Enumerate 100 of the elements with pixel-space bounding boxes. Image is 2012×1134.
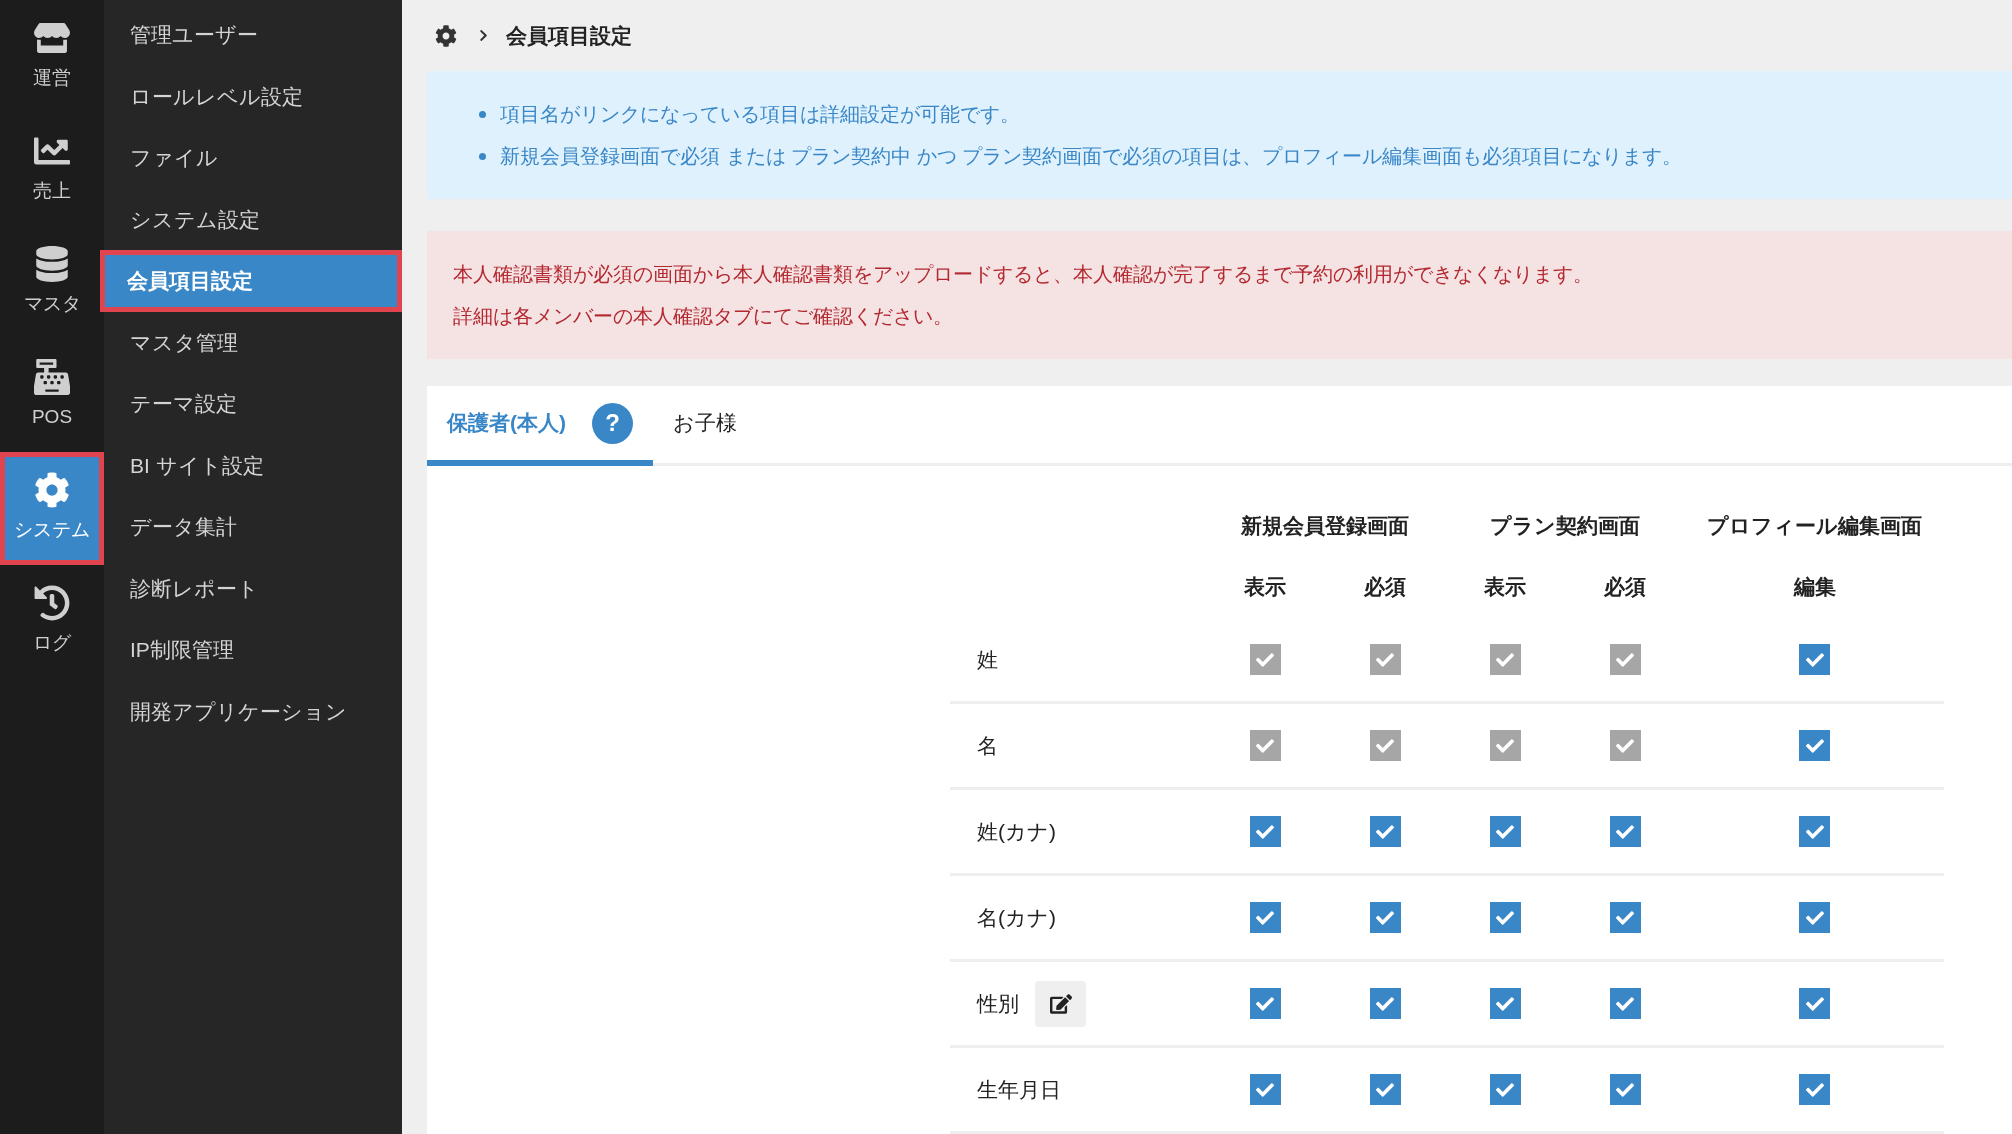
chevron-right-icon xyxy=(477,29,490,42)
rail-item[interactable]: 売上 xyxy=(0,113,104,226)
sidebar-item[interactable]: マスタ管理 xyxy=(104,311,402,373)
sidebar-item[interactable]: IP制限管理 xyxy=(104,619,402,681)
column-header: 表示 xyxy=(1483,574,1527,601)
rail-item[interactable]: POS xyxy=(0,339,104,452)
checkbox[interactable] xyxy=(1249,816,1281,847)
check-icon xyxy=(1805,822,1824,841)
checkbox[interactable] xyxy=(1489,902,1521,933)
checkbox[interactable] xyxy=(1249,902,1281,933)
check-icon xyxy=(1376,736,1394,755)
check-icon xyxy=(1805,908,1824,927)
check-icon xyxy=(1616,650,1634,669)
alert-text: 詳細は各メンバーの本人確認タブにてご確認ください。 xyxy=(453,304,954,329)
rail-item[interactable]: 運営 xyxy=(0,0,104,113)
checkbox[interactable] xyxy=(1799,644,1830,675)
column-group-header: プラン契約画面 xyxy=(1489,513,1641,540)
sidebar-item[interactable]: 診断レポート xyxy=(104,557,402,619)
help-badge[interactable]: ? xyxy=(592,402,633,444)
check-icon xyxy=(1496,1080,1514,1099)
sidebar-item[interactable]: データ集計 xyxy=(104,496,402,558)
sidebar-item[interactable]: ファイル xyxy=(104,127,402,189)
check-icon xyxy=(1496,650,1514,669)
checkbox[interactable] xyxy=(1369,1074,1401,1105)
checkbox[interactable] xyxy=(1249,1074,1281,1105)
check-icon xyxy=(1376,650,1394,669)
edit-icon xyxy=(1049,992,1072,1015)
checkbox[interactable] xyxy=(1799,988,1830,1019)
sidebar-item[interactable]: 開発アプリケーション xyxy=(104,680,402,742)
check-icon xyxy=(1616,736,1634,755)
field-label: 性別 xyxy=(977,990,1019,1017)
field-label: 名 xyxy=(977,732,998,759)
check-icon xyxy=(1616,822,1634,841)
settings-icon xyxy=(34,472,70,509)
sidebar-item[interactable]: ロールレベル設定 xyxy=(104,65,402,127)
check-icon xyxy=(1256,994,1274,1013)
settings-icon xyxy=(435,24,457,47)
field-label: 名(カナ) xyxy=(977,904,1056,931)
bullet-icon xyxy=(479,152,486,160)
field-label: 生年月日 xyxy=(977,1076,1061,1103)
column-group-header: プロフィール編集画面 xyxy=(1706,513,1923,540)
sidebar-item[interactable]: 管理ユーザー xyxy=(104,4,402,66)
column-group-header: 新規会員登録画面 xyxy=(1240,513,1410,540)
check-icon xyxy=(1496,822,1514,841)
check-icon xyxy=(1616,908,1634,927)
edit-button[interactable] xyxy=(1035,980,1086,1027)
checkbox[interactable] xyxy=(1369,988,1401,1019)
column-header: 表示 xyxy=(1243,574,1287,601)
checkbox[interactable] xyxy=(1609,816,1641,847)
cash-register-icon xyxy=(34,359,70,396)
check-icon xyxy=(1805,650,1824,669)
checkbox[interactable] xyxy=(1799,816,1830,847)
checkbox[interactable] xyxy=(1799,902,1830,933)
checkbox[interactable] xyxy=(1489,816,1521,847)
sidebar-item[interactable]: 会員項目設定 xyxy=(100,250,402,312)
check-icon xyxy=(1256,1080,1274,1099)
breadcrumb-current: 会員項目設定 xyxy=(506,22,632,49)
alert-text: 本人確認書類が必須の画面から本人確認書類をアップロードすると、本人確認が完了するまで予約の利用ができなくなります。 xyxy=(453,262,1594,287)
check-icon xyxy=(1256,908,1274,927)
check-icon xyxy=(1805,1080,1824,1099)
check-icon xyxy=(1256,650,1274,669)
check-icon xyxy=(1256,736,1274,755)
checkbox[interactable] xyxy=(1609,988,1641,1019)
rail-item[interactable]: ログ xyxy=(0,565,104,678)
bullet-icon xyxy=(479,110,486,118)
rail-item[interactable]: システム xyxy=(0,452,104,565)
check-icon xyxy=(1376,994,1394,1013)
check-icon xyxy=(1496,994,1514,1013)
checkbox[interactable] xyxy=(1369,902,1401,933)
database-icon xyxy=(34,246,70,283)
sidebar-item[interactable]: システム設定 xyxy=(104,188,402,250)
check-icon xyxy=(1376,908,1394,927)
checkbox[interactable] xyxy=(1369,816,1401,847)
check-icon xyxy=(1376,1080,1394,1099)
check-icon xyxy=(1256,822,1274,841)
checkbox[interactable] xyxy=(1489,988,1521,1019)
sidebar-item[interactable]: BI サイト設定 xyxy=(104,434,402,496)
sidebar-item[interactable]: テーマ設定 xyxy=(104,373,402,435)
column-header: 必須 xyxy=(1363,574,1407,601)
check-icon xyxy=(1376,822,1394,841)
column-header: 必須 xyxy=(1603,574,1647,601)
check-icon xyxy=(1496,736,1514,755)
info-text: 新規会員登録画面で必須 または プラン契約中 かつ プラン契約画面で必須の項目は、プロフィール編集画面も必須項目になります。 xyxy=(500,144,1683,169)
field-label: 姓(カナ) xyxy=(977,818,1056,845)
info-text: 項目名がリンクになっている項目は詳細設定が可能です。 xyxy=(500,102,1020,127)
check-icon xyxy=(1616,994,1634,1013)
tab[interactable]: 保護者(本人) ? xyxy=(427,386,653,466)
checkbox[interactable] xyxy=(1609,1074,1641,1105)
checkbox[interactable] xyxy=(1489,1074,1521,1105)
history-icon xyxy=(34,585,70,622)
field-label: 姓 xyxy=(977,646,998,673)
tab[interactable]: お子様 xyxy=(653,386,757,466)
check-icon xyxy=(1616,1080,1634,1099)
check-icon xyxy=(1496,908,1514,927)
checkbox[interactable] xyxy=(1799,1074,1830,1105)
check-icon xyxy=(1805,736,1824,755)
checkbox[interactable] xyxy=(1249,988,1281,1019)
check-icon xyxy=(1805,994,1824,1013)
checkbox[interactable] xyxy=(1609,902,1641,933)
checkbox[interactable] xyxy=(1799,730,1830,761)
